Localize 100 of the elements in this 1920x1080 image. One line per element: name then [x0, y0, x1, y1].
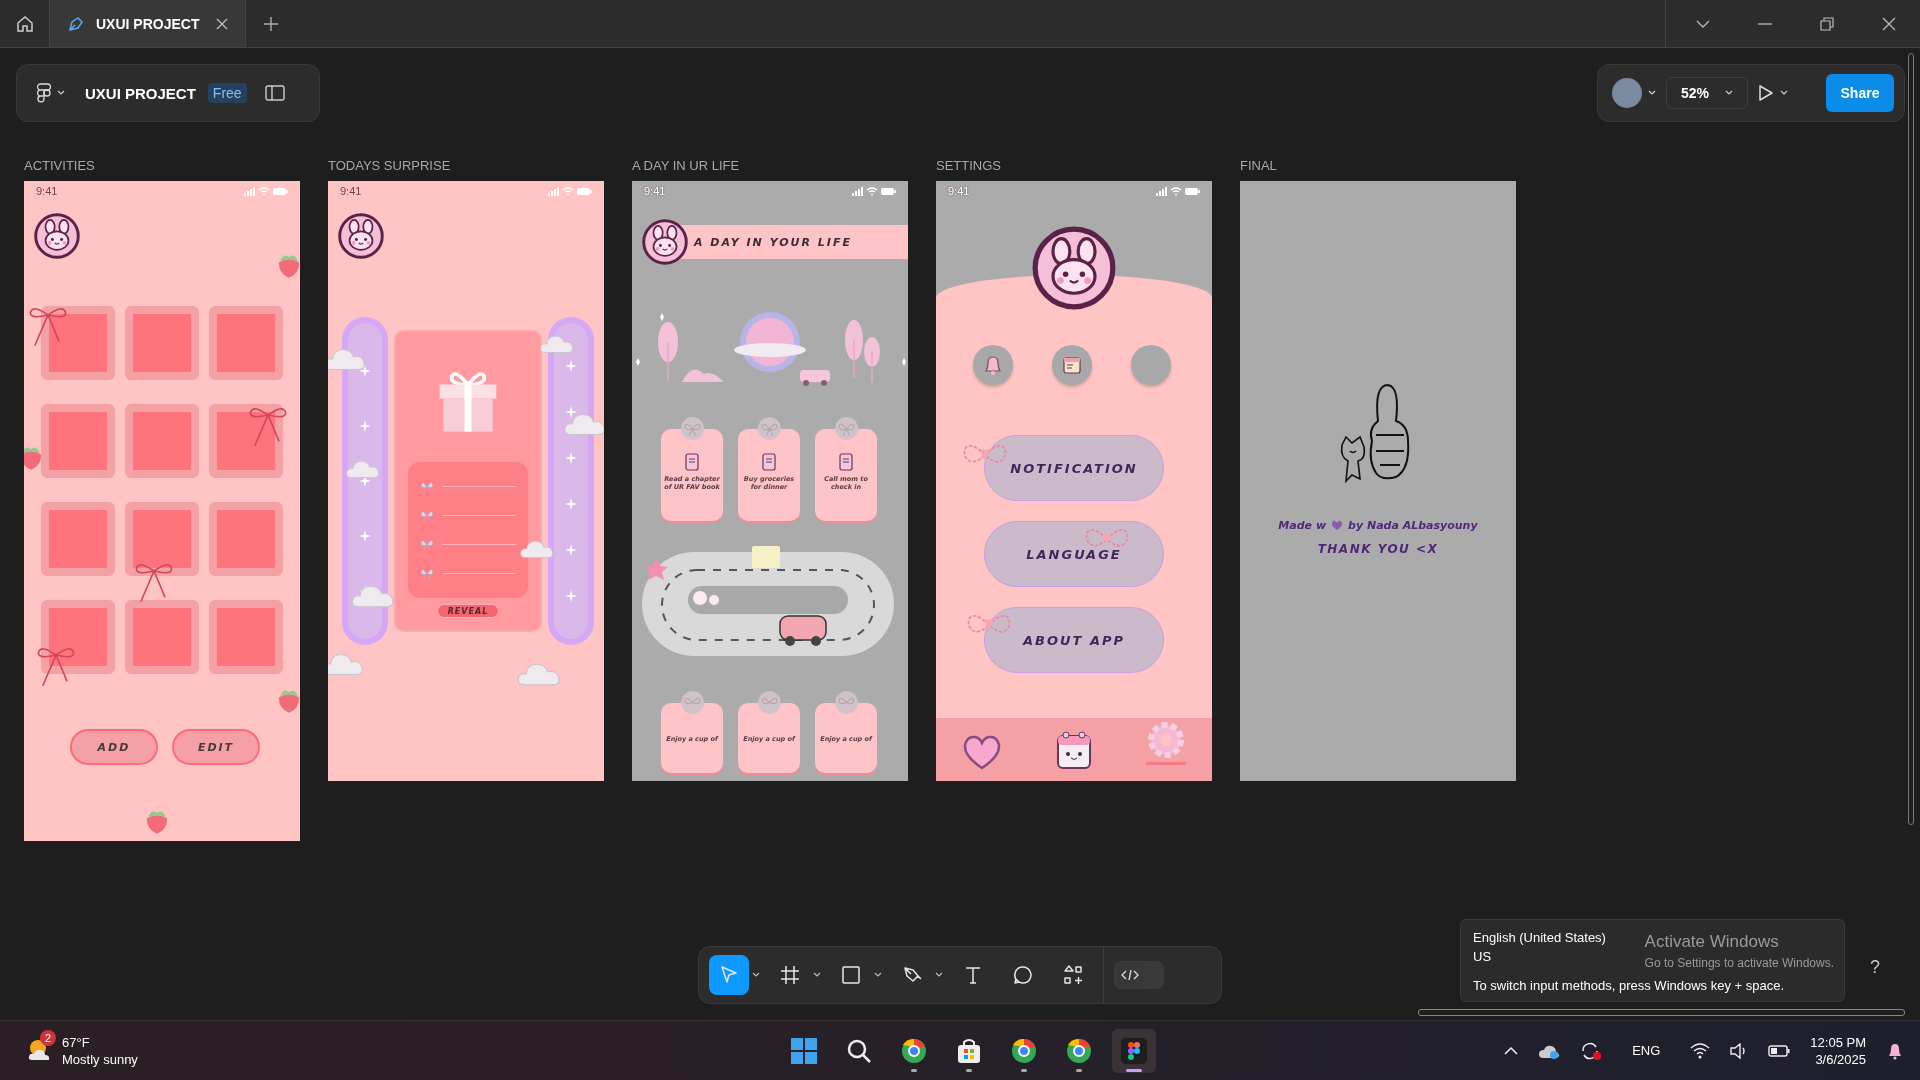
cloud-icon: [564, 411, 604, 437]
settings-option-button[interactable]: LANGUAGE: [984, 521, 1164, 587]
clock-date: 3/6/2025: [1815, 1050, 1866, 1068]
help-button[interactable]: ?: [1870, 957, 1880, 978]
signal-wifi-battery-icon: [1156, 186, 1200, 196]
frame-label[interactable]: TODAYS SURPRISE: [328, 158, 604, 174]
activity-tile[interactable]: [209, 404, 283, 478]
bunny-avatar-icon: [1032, 226, 1116, 310]
taskbar-app-button[interactable]: [1112, 1028, 1156, 1073]
input-language-button[interactable]: ENG: [1622, 1031, 1671, 1070]
sparkle-icon: [565, 452, 577, 464]
sparkle-icon: [565, 406, 577, 418]
status-time: 9:41: [36, 185, 58, 197]
bow-seal-icon: [679, 416, 705, 441]
input-method-hint: To switch input methods, press Windows key + space.: [1473, 978, 1786, 993]
zoom-dropdown[interactable]: 52%: [1666, 77, 1748, 109]
caret-icon[interactable]: [752, 972, 760, 978]
play-icon: [1758, 84, 1774, 102]
activation-hint: Go to Settings to activate Windows.: [1644, 956, 1834, 970]
settings-option-button[interactable]: ABOUT APP: [984, 607, 1164, 673]
pen-nib-icon: [68, 15, 84, 32]
sidebar-icon: [264, 85, 285, 101]
thank-you-text: THANK YOU <X: [1317, 542, 1439, 556]
activity-tile[interactable]: [209, 600, 283, 674]
share-button[interactable]: Share: [1826, 74, 1894, 112]
activity-tile[interactable]: [125, 306, 199, 380]
clock[interactable]: 12:05 PM 3/6/2025: [1810, 1033, 1866, 1068]
temperature: 67°F: [62, 1033, 91, 1051]
activity-tile[interactable]: [41, 404, 115, 478]
butterfly-icon: [420, 567, 434, 580]
sync-icon[interactable]: [1580, 1040, 1603, 1061]
close-icon[interactable]: [215, 16, 229, 31]
heart-icon: [962, 734, 1003, 770]
activity-tile[interactable]: [125, 600, 199, 674]
browser-icon: [900, 1036, 928, 1065]
signal-wifi-battery-icon: [548, 186, 592, 196]
bunny-avatar-icon: [642, 219, 688, 265]
move-tool-button[interactable]: [709, 955, 749, 995]
file-tab[interactable]: UXUI PROJECT: [50, 0, 246, 47]
activity-tile[interactable]: [41, 502, 115, 576]
caret-icon[interactable]: [813, 972, 821, 978]
activation-title: Activate Windows: [1644, 932, 1780, 952]
activity-button[interactable]: ADD: [70, 729, 158, 765]
browser-icon: [1065, 1036, 1093, 1065]
cursor-arrow-icon: [718, 964, 740, 986]
frame-label[interactable]: SETTINGS: [936, 158, 1212, 174]
caret-icon[interactable]: [935, 972, 943, 978]
bow-seal-icon: [833, 690, 859, 715]
caret-icon[interactable]: [874, 972, 882, 978]
file-name[interactable]: UXUI PROJECT: [85, 84, 196, 102]
vertical-scrollbar[interactable]: [1908, 53, 1914, 825]
activity-tile[interactable]: [209, 502, 283, 576]
calendar-face-icon: [1055, 730, 1093, 770]
bow-seal-icon: [833, 416, 859, 441]
restore-icon: [1820, 16, 1834, 31]
home-icon: [15, 14, 34, 33]
battery-icon[interactable]: [1768, 1044, 1791, 1057]
status-time: 9:41: [948, 185, 970, 197]
credit-text: Made w: [1278, 519, 1327, 532]
account-menu-button[interactable]: [1612, 77, 1656, 109]
sparkle-icon: [565, 544, 577, 556]
cloud-icon: [328, 651, 364, 677]
caret-icon: [1780, 90, 1788, 96]
chevron-up-icon[interactable]: [1504, 1046, 1519, 1055]
signal-wifi-battery-icon: [244, 186, 288, 196]
close-icon: [1882, 16, 1896, 31]
keyboard-layout: US: [1473, 949, 1493, 964]
activity-tile[interactable]: [209, 306, 283, 380]
butterfly-icon: [420, 538, 434, 551]
shapes-logo-icon: [1120, 1036, 1148, 1065]
bell-button[interactable]: [973, 345, 1013, 385]
caret-icon: [1725, 90, 1733, 96]
sparkle-icon: [565, 590, 577, 602]
activity-tile[interactable]: [125, 404, 199, 478]
frame-label[interactable]: A DAY IN UR LIFE: [632, 158, 908, 174]
calendar-button[interactable]: [1052, 345, 1092, 385]
dev-mode-toggle[interactable]: [1114, 961, 1164, 989]
horizontal-scrollbar[interactable]: [1418, 1009, 1905, 1016]
frame-label[interactable]: ACTIVITIES: [24, 158, 300, 174]
settings-option-button[interactable]: NOTIFICATION: [984, 435, 1164, 501]
activity-button[interactable]: EDIT: [172, 729, 260, 765]
wifi-icon[interactable]: [1690, 1042, 1711, 1059]
bell-icon[interactable]: [1886, 1041, 1904, 1060]
activity-tile[interactable]: [41, 306, 115, 380]
user-avatar: [1612, 78, 1642, 108]
frame-label[interactable]: FINAL: [1240, 158, 1516, 174]
bow-seal-icon: [679, 690, 705, 715]
task-icon: [838, 453, 854, 471]
shapes-plus-icon: [1062, 964, 1084, 986]
status-time: 9:41: [340, 185, 362, 197]
bow-seal-icon: [756, 690, 782, 715]
bell-icon: [982, 354, 1004, 376]
chevron-down-icon: [1696, 18, 1710, 29]
sparkle-icon: [359, 419, 371, 432]
activity-tile[interactable]: [125, 502, 199, 576]
reveal-button[interactable]: REVEAL: [436, 604, 500, 618]
browser-icon: [1010, 1036, 1038, 1065]
caret-icon: [1648, 90, 1656, 96]
activity-tile[interactable]: [41, 600, 115, 674]
calendar-icon: [1061, 354, 1083, 376]
